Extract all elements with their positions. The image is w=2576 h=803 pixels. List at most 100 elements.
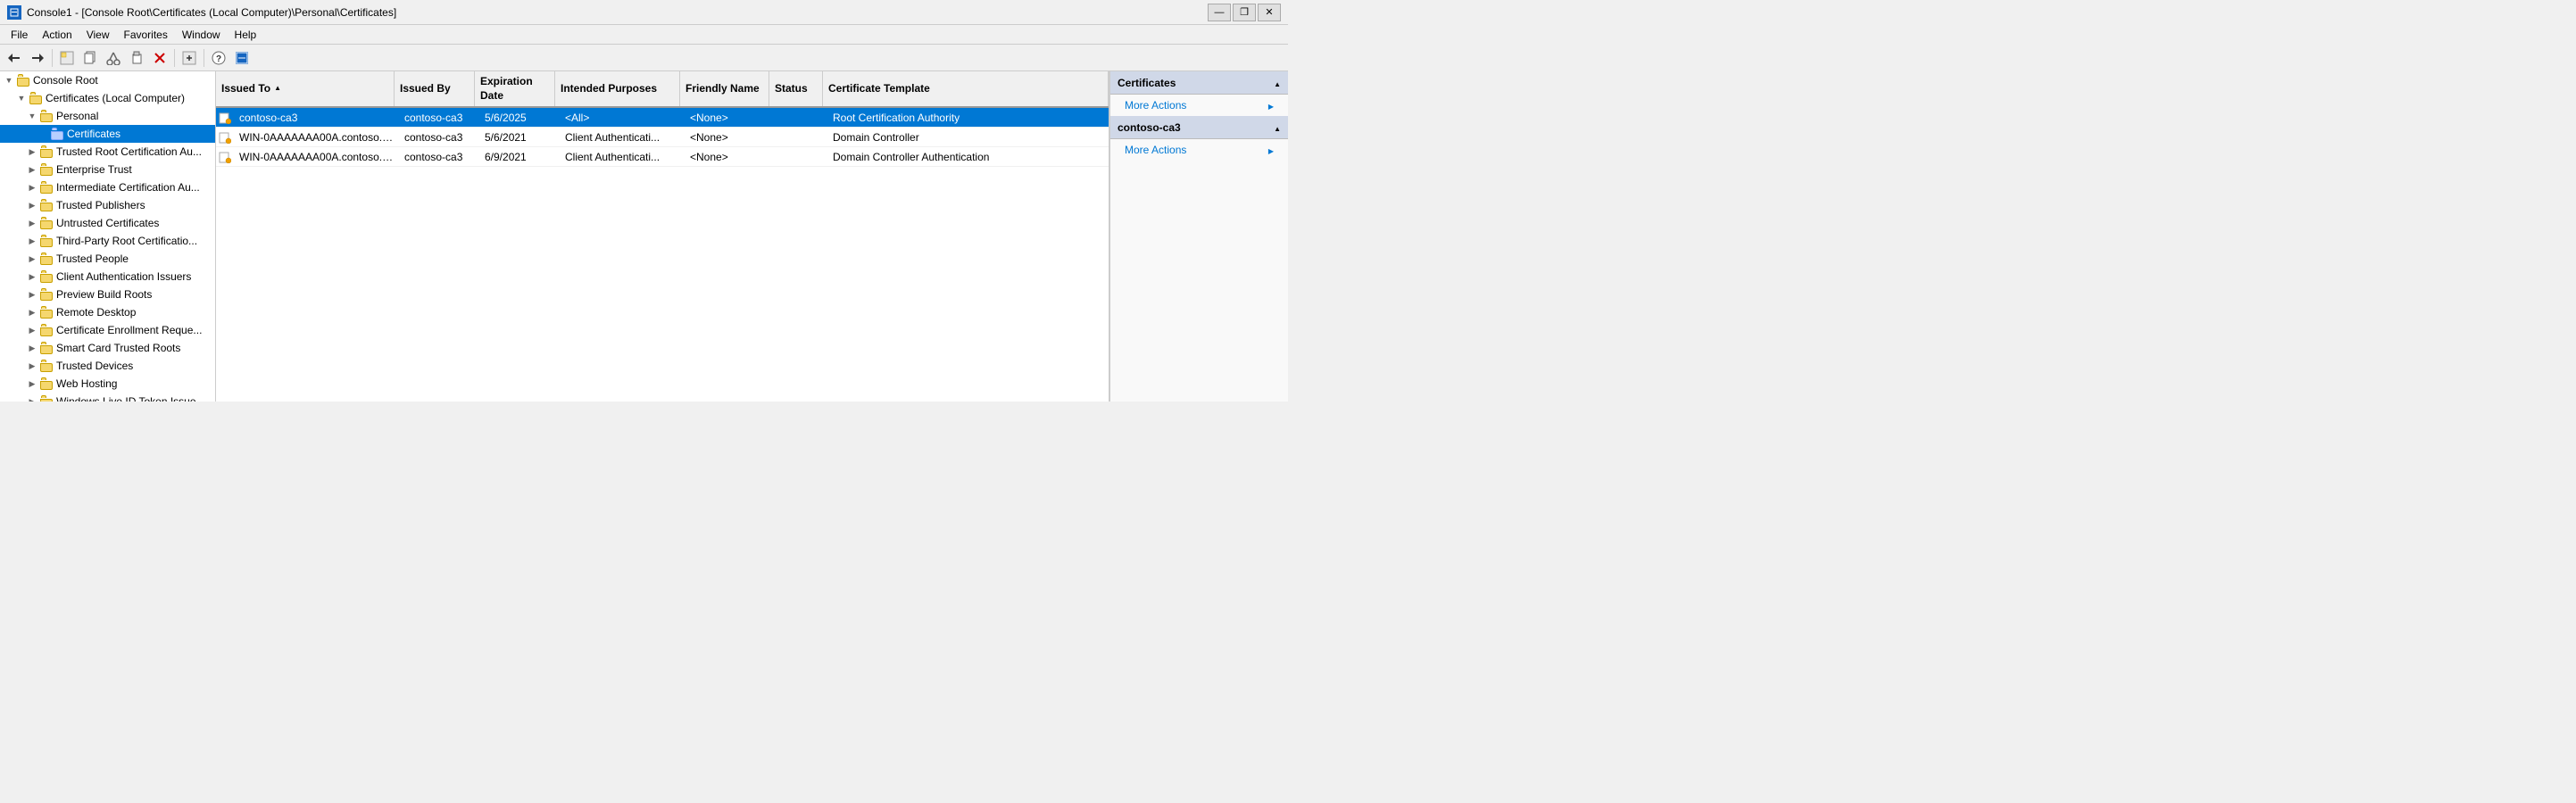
menu-view[interactable]: View (79, 27, 117, 43)
folder-icon-preview-build (39, 288, 54, 301)
tree-label-intermediate-cert: Intermediate Certification Au... (56, 181, 200, 194)
cell-cert-template-row2: Domain Controller (827, 131, 1109, 144)
expander-third-party-root[interactable]: ▶ (25, 234, 39, 248)
table-row[interactable]: WIN-0AAAAAAA00A.contoso.com contoso-ca3 … (216, 147, 1109, 167)
expander-trusted-devices[interactable]: ▶ (25, 359, 39, 373)
actions-section-contoso[interactable]: contoso-ca3 (1110, 116, 1288, 139)
expander-certificates[interactable] (36, 127, 50, 141)
folder-icon-untrusted-certs (39, 217, 54, 229)
folder-icon-trusted-root (39, 145, 54, 158)
folder-icon-certificates (50, 128, 64, 140)
col-header-expiration-date[interactable]: Expiration Date (475, 71, 555, 106)
col-header-issued-by[interactable]: Issued By (395, 71, 475, 106)
expander-intermediate-cert[interactable]: ▶ (25, 180, 39, 195)
tree-item-enterprise-trust[interactable]: ▶ Enterprise Trust (0, 161, 215, 178)
expander-remote-desktop[interactable]: ▶ (25, 305, 39, 319)
expander-untrusted-certs[interactable]: ▶ (25, 216, 39, 230)
restore-button[interactable]: ❐ (1233, 4, 1256, 21)
table-row[interactable]: WIN-0AAAAAAA00A.contoso.com contoso-ca3 … (216, 128, 1109, 147)
tree-item-cert-enrollment[interactable]: ▶ Certificate Enrollment Reque... (0, 321, 215, 339)
tree-label-windows-live: Windows Live ID Token Issue... (56, 395, 205, 402)
tree-label-personal: Personal (56, 110, 98, 122)
expander-client-auth[interactable]: ▶ (25, 269, 39, 284)
main-container: ▼ Console Root ▼ Certificates (Local Com… (0, 71, 1288, 402)
expander-personal[interactable]: ▼ (25, 109, 39, 123)
folder-icon-windows-live (39, 395, 54, 402)
tree-item-preview-build[interactable]: ▶ Preview Build Roots (0, 286, 215, 303)
actions-section-certificates-items: More Actions (1110, 95, 1288, 116)
expander-certs-local[interactable]: ▼ (14, 91, 29, 105)
tree-item-windows-live[interactable]: ▶ Windows Live ID Token Issue... (0, 393, 215, 402)
cell-intended-purposes-row3: Client Authenticati... (560, 151, 685, 163)
tree-label-preview-build: Preview Build Roots (56, 288, 152, 301)
tree-item-trusted-people[interactable]: ▶ Trusted People (0, 250, 215, 268)
list-header: Issued To ▲ Issued By Expiration Date In… (216, 71, 1109, 108)
back-button[interactable] (4, 47, 25, 69)
minimize-button[interactable]: — (1208, 4, 1231, 21)
app-icon (7, 5, 21, 20)
tree-item-intermediate-cert[interactable]: ▶ Intermediate Certification Au... (0, 178, 215, 196)
expander-web-hosting[interactable]: ▶ (25, 377, 39, 391)
copy-button[interactable] (79, 47, 101, 69)
console-button[interactable] (231, 47, 253, 69)
tree-label-web-hosting: Web Hosting (56, 377, 117, 390)
expander-trusted-people[interactable]: ▶ (25, 252, 39, 266)
table-row[interactable]: contoso-ca3 contoso-ca3 5/6/2025 <All> <… (216, 108, 1109, 128)
expander-windows-live[interactable]: ▶ (25, 394, 39, 402)
cell-issued-by-row1: contoso-ca3 (399, 112, 479, 124)
expander-cert-enrollment[interactable]: ▶ (25, 323, 39, 337)
toolbar-separator-2 (174, 49, 175, 67)
up-button[interactable] (56, 47, 78, 69)
tree-item-certs-local[interactable]: ▼ Certificates (Local Computer) (0, 89, 215, 107)
tree-item-client-auth[interactable]: ▶ Client Authentication Issuers (0, 268, 215, 286)
col-header-issued-to[interactable]: Issued To ▲ (216, 71, 395, 106)
menu-action[interactable]: Action (35, 27, 79, 43)
menu-window[interactable]: Window (175, 27, 228, 43)
export-button[interactable] (179, 47, 200, 69)
tree-item-third-party-root[interactable]: ▶ Third-Party Root Certificatio... (0, 232, 215, 250)
tree-label-smart-card: Smart Card Trusted Roots (56, 342, 180, 354)
menu-file[interactable]: File (4, 27, 35, 43)
cert-icon-row3 (219, 151, 231, 163)
tree-item-trusted-publishers[interactable]: ▶ Trusted Publishers (0, 196, 215, 214)
col-header-intended-purposes[interactable]: Intended Purposes (555, 71, 680, 106)
col-header-cert-template[interactable]: Certificate Template (823, 71, 1109, 106)
expander-trusted-root[interactable]: ▶ (25, 145, 39, 159)
expander-enterprise-trust[interactable]: ▶ (25, 162, 39, 177)
tree-label-untrusted-certs: Untrusted Certificates (56, 217, 159, 229)
close-button[interactable]: ✕ (1258, 4, 1281, 21)
col-header-status[interactable]: Status (769, 71, 823, 106)
tree-item-remote-desktop[interactable]: ▶ Remote Desktop (0, 303, 215, 321)
more-actions-contoso-item[interactable]: More Actions (1110, 139, 1288, 161)
more-actions-certs-item[interactable]: More Actions (1110, 95, 1288, 116)
expander-console-root[interactable]: ▼ (2, 73, 16, 87)
expander-smart-card[interactable]: ▶ (25, 341, 39, 355)
tree-item-console-root[interactable]: ▼ Console Root (0, 71, 215, 89)
tree-item-certificates[interactable]: Certificates (0, 125, 215, 143)
tree-item-personal[interactable]: ▼ Personal (0, 107, 215, 125)
title-bar: Console1 - [Console Root\Certificates (L… (0, 0, 1288, 25)
cell-cert-template-row3: Domain Controller Authentication (827, 151, 1109, 163)
folder-icon-trusted-devices (39, 360, 54, 372)
tree-label-enterprise-trust: Enterprise Trust (56, 163, 132, 176)
menu-favorites[interactable]: Favorites (117, 27, 175, 43)
tree-label-cert-enrollment: Certificate Enrollment Reque... (56, 324, 202, 336)
delete-button[interactable] (149, 47, 170, 69)
forward-button[interactable] (27, 47, 48, 69)
cut-button[interactable] (103, 47, 124, 69)
tree-label-console-root: Console Root (33, 74, 98, 87)
menu-help[interactable]: Help (228, 27, 264, 43)
tree-item-web-hosting[interactable]: ▶ Web Hosting (0, 375, 215, 393)
window-controls: — ❐ ✕ (1208, 4, 1281, 21)
tree-item-trusted-root[interactable]: ▶ Trusted Root Certification Au... (0, 143, 215, 161)
expander-preview-build[interactable]: ▶ (25, 287, 39, 302)
tree-item-trusted-devices[interactable]: ▶ Trusted Devices (0, 357, 215, 375)
tree-item-smart-card[interactable]: ▶ Smart Card Trusted Roots (0, 339, 215, 357)
tree-item-untrusted-certs[interactable]: ▶ Untrusted Certificates (0, 214, 215, 232)
paste-button[interactable] (126, 47, 147, 69)
actions-section-certificates[interactable]: Certificates (1110, 71, 1288, 95)
expander-trusted-publishers[interactable]: ▶ (25, 198, 39, 212)
cell-cert-template-row1: Root Certification Authority (827, 112, 1109, 124)
help-button[interactable]: ? (208, 47, 229, 69)
col-header-friendly-name[interactable]: Friendly Name (680, 71, 769, 106)
